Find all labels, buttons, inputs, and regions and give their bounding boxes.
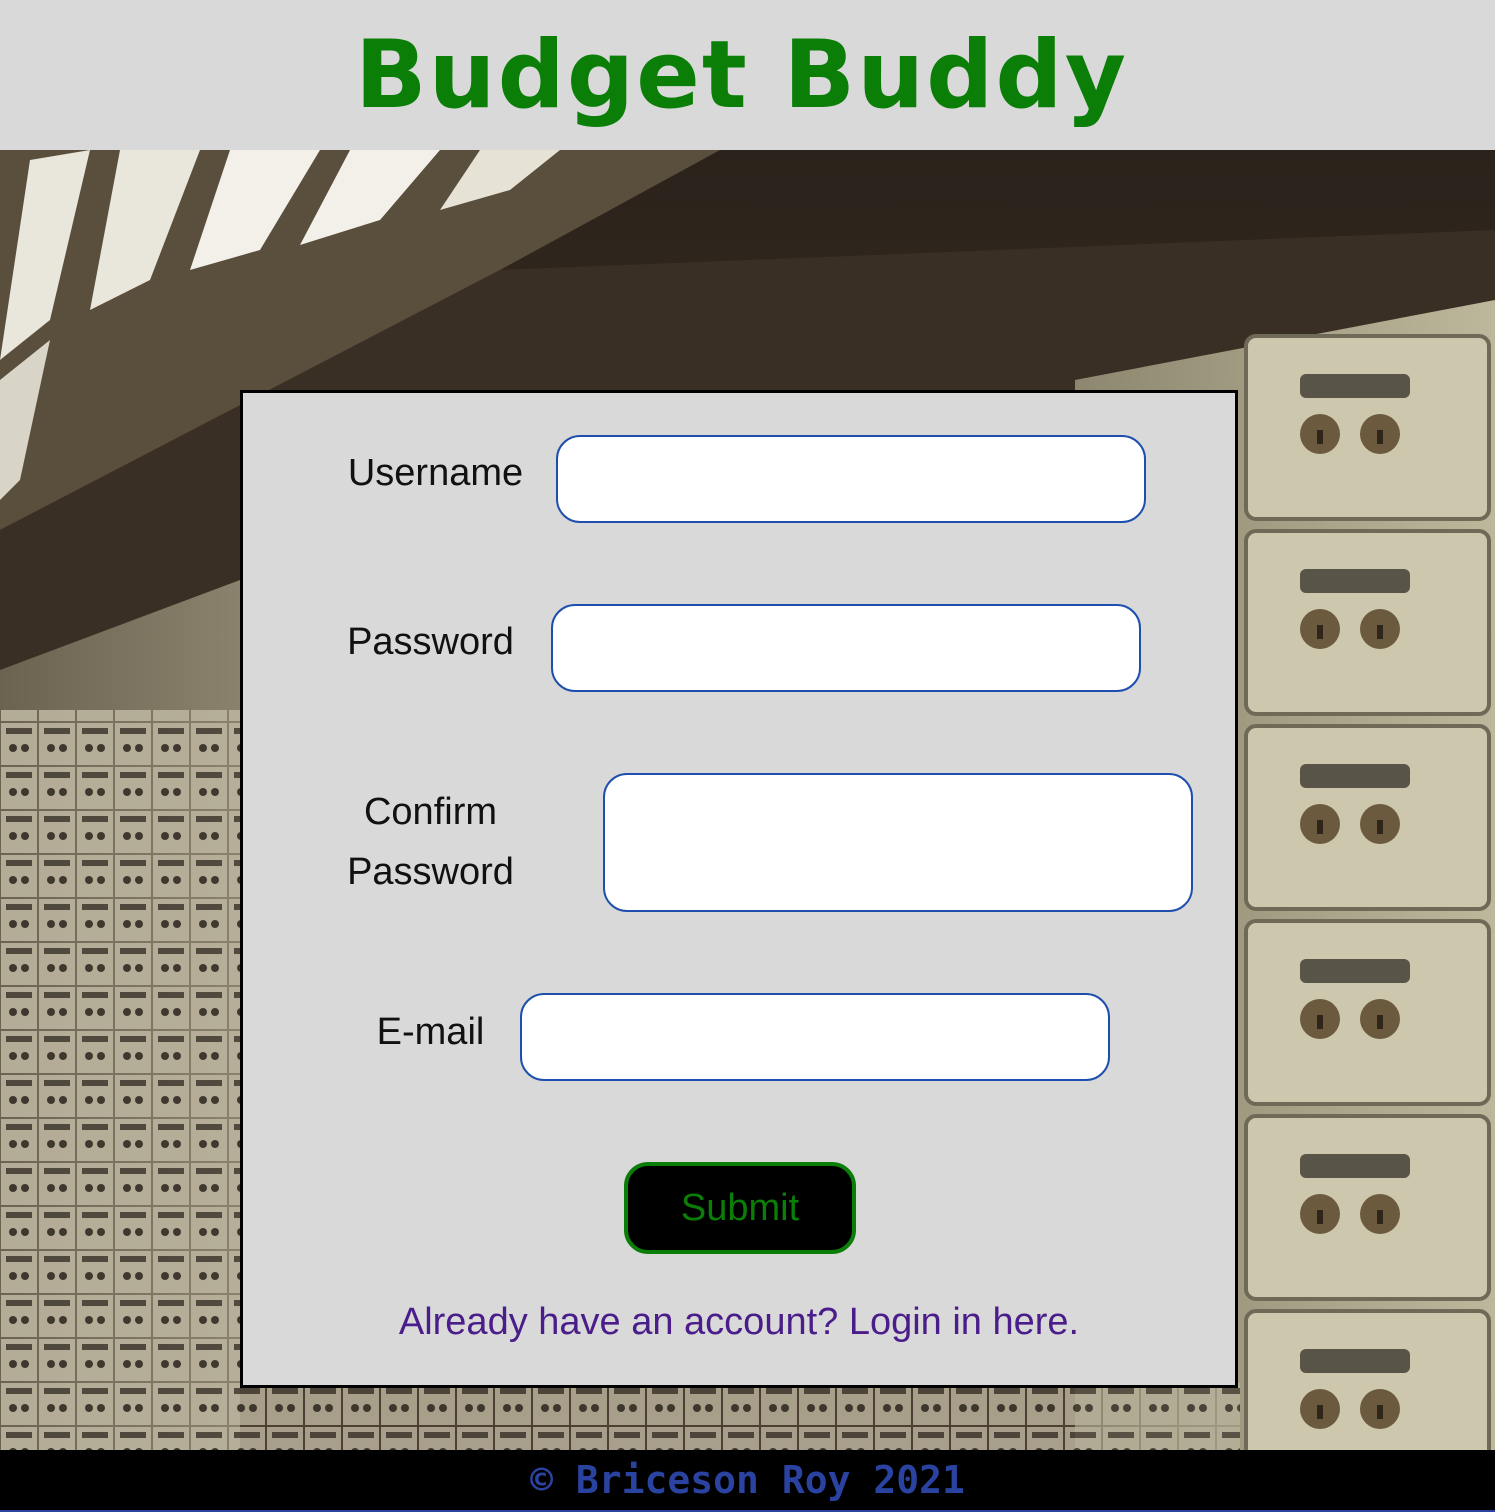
password-input[interactable] [551, 604, 1141, 692]
email-input[interactable] [520, 993, 1110, 1081]
login-link[interactable]: Already have an account? Login in here. [243, 1301, 1235, 1344]
copyright-text: © Briceson Roy 2021 [530, 1458, 965, 1502]
site-footer: © Briceson Roy 2021 [0, 1450, 1495, 1512]
confirm-label-line1: Confirm [363, 791, 498, 833]
username-label: Username [347, 452, 524, 494]
signup-form: Username Password Confirm Password E-mai… [240, 390, 1238, 1388]
email-label: E-mail [376, 1011, 485, 1053]
username-input[interactable] [556, 435, 1146, 523]
submit-button[interactable]: Submit [624, 1162, 856, 1254]
site-title: Budget Buddy [355, 20, 1128, 130]
confirm-label-line2: Password [347, 851, 514, 893]
site-header: Budget Buddy [0, 0, 1495, 150]
confirm-password-label: Confirm Password [318, 782, 543, 902]
password-label: Password [347, 621, 514, 663]
confirm-password-input[interactable] [603, 773, 1193, 912]
